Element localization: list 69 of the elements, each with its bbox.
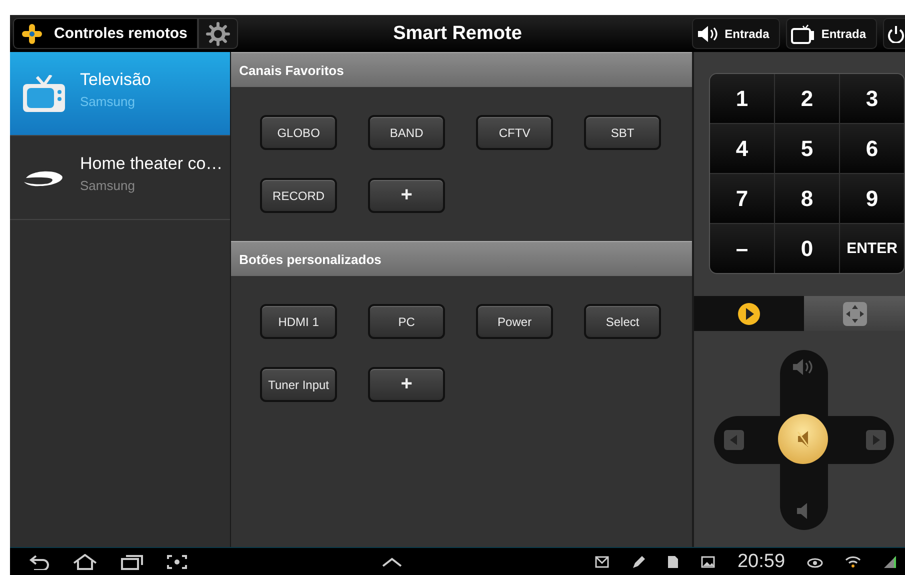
add-button[interactable]: + xyxy=(368,367,446,402)
home-button[interactable] xyxy=(72,554,98,570)
section-title: Botões personalizados xyxy=(239,252,382,266)
expand-button[interactable] xyxy=(380,556,403,568)
clock: 20:59 xyxy=(737,550,786,572)
chevron-up-icon xyxy=(380,556,403,568)
add-button[interactable]: + xyxy=(368,178,446,213)
channel-button[interactable]: CFTV xyxy=(476,115,554,150)
device-name: Televisão xyxy=(80,70,151,90)
screenshot-icon xyxy=(166,554,188,570)
device-name: Home theater co… xyxy=(80,154,223,174)
keypad-key[interactable]: – xyxy=(710,224,774,273)
channel-button[interactable]: Power xyxy=(476,304,554,339)
keypad-key[interactable]: 5 xyxy=(775,124,839,173)
settings-icon xyxy=(206,22,230,46)
arrows-icon xyxy=(842,302,866,326)
back-icon xyxy=(28,554,50,570)
home-icon xyxy=(72,554,98,570)
input-button[interactable]: Entrada xyxy=(786,18,877,49)
recent-apps-button[interactable] xyxy=(120,554,144,570)
settings-button[interactable] xyxy=(198,18,238,49)
volume-up-button[interactable] xyxy=(792,358,814,376)
channel-button[interactable]: Select xyxy=(584,304,662,339)
channel-button[interactable]: HDMI 1 xyxy=(260,304,338,339)
tv-icon xyxy=(22,74,66,112)
back-button[interactable] xyxy=(28,554,50,570)
volume-up-icon xyxy=(792,358,814,376)
channel-button[interactable]: GLOBO xyxy=(260,115,338,150)
channel-button[interactable]: SBT xyxy=(584,115,662,150)
input-button[interactable]: Entrada xyxy=(692,18,780,49)
device-brand: Samsung xyxy=(80,178,136,193)
keypad-key[interactable]: 3 xyxy=(840,74,904,123)
channel-button[interactable]: Tuner Input xyxy=(260,367,338,402)
mail-icon xyxy=(595,556,610,568)
play-icon xyxy=(737,302,761,326)
keypad-key[interactable]: 4 xyxy=(710,124,774,173)
speaker-icon xyxy=(696,24,719,42)
channel-button[interactable]: BAND xyxy=(368,115,446,150)
keypad-key[interactable]: 2 xyxy=(775,74,839,123)
pencil-icon xyxy=(631,554,646,568)
channel-button[interactable]: RECORD xyxy=(260,178,338,213)
keypad-key[interactable]: 9 xyxy=(840,174,904,223)
keypad-key[interactable]: 8 xyxy=(775,174,839,223)
power-icon xyxy=(888,24,904,42)
remotes-menu-button[interactable]: Controles remotos xyxy=(13,18,198,49)
wifi-icon xyxy=(845,554,862,568)
keypad-key[interactable]: 1 xyxy=(710,74,774,123)
keypad-key[interactable]: ENTER xyxy=(840,224,904,273)
keypad-key[interactable]: 6 xyxy=(840,124,904,173)
image-icon xyxy=(701,556,716,568)
section-title: Canais Favoritos xyxy=(239,62,344,78)
volume-down-button[interactable] xyxy=(796,502,808,520)
mute-icon xyxy=(797,430,809,448)
app-title: Smart Remote xyxy=(393,22,522,44)
keypad-key[interactable]: 7 xyxy=(710,174,774,223)
screenshot-button[interactable] xyxy=(166,554,188,570)
tv-icon xyxy=(791,24,816,44)
document-icon xyxy=(667,554,680,568)
keypad-key[interactable]: 0 xyxy=(775,224,839,273)
power-button[interactable] xyxy=(883,18,905,49)
eye-icon xyxy=(807,556,824,568)
device-item[interactable]: Home theater co… Samsung xyxy=(10,136,230,220)
dpad-logo-icon xyxy=(20,22,44,46)
recent-apps-icon xyxy=(120,554,144,570)
remote-mode-tab[interactable] xyxy=(694,296,804,331)
channel-button[interactable]: PC xyxy=(368,304,446,339)
signal-icon xyxy=(883,554,898,568)
device-brand: Samsung xyxy=(80,94,136,109)
volume-down-icon xyxy=(796,502,808,520)
